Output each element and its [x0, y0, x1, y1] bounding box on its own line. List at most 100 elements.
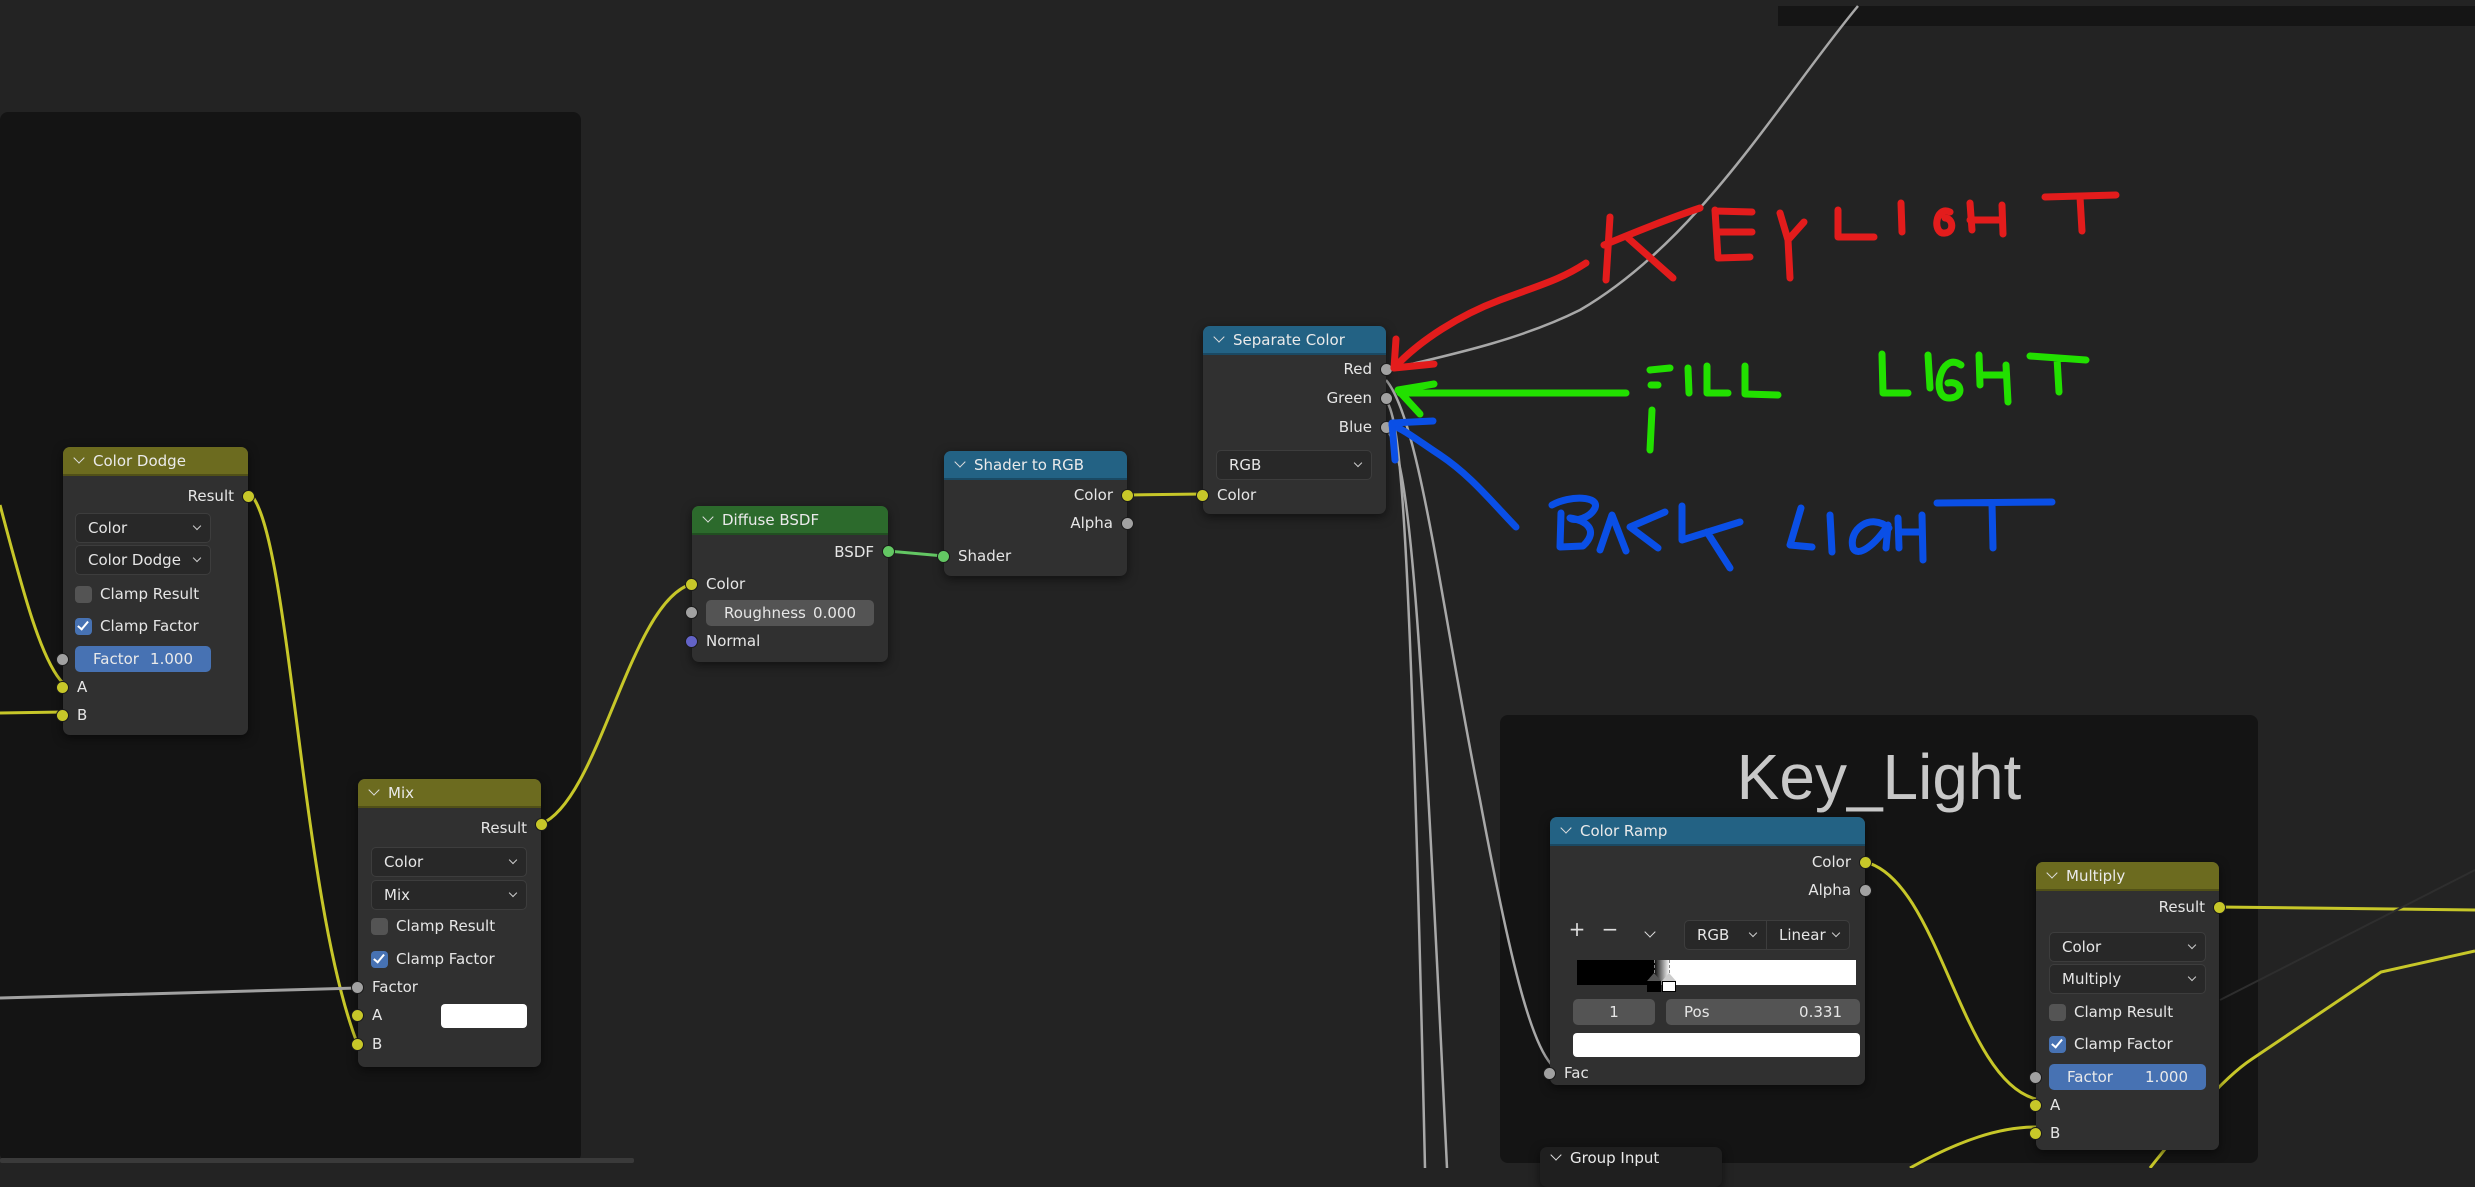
clamp-factor-checkbox[interactable]: Clamp Factor: [371, 950, 495, 968]
horizontal-scrollbar[interactable]: [0, 1158, 634, 1163]
input-socket-normal[interactable]: [685, 635, 698, 648]
input-socket-factor[interactable]: [2029, 1071, 2042, 1084]
shader-to-rgb-node[interactable]: Shader to RGB Color Alpha Shader: [937, 451, 1134, 576]
node-header[interactable]: Diffuse BSDF: [692, 506, 888, 535]
mix-node[interactable]: Mix Result Color Mix Clamp Result Clamp …: [351, 779, 548, 1067]
collapse-chevron-icon[interactable]: [2046, 867, 2058, 879]
data-type-dropdown[interactable]: Color: [75, 513, 211, 543]
collapse-chevron-icon[interactable]: [954, 456, 966, 468]
interpolation-dropdown[interactable]: Linear: [1766, 920, 1850, 950]
link-right-faint: [2219, 869, 2475, 1001]
output-socket-alpha[interactable]: [1121, 517, 1134, 530]
remove-stop-button[interactable]: −: [1600, 917, 1620, 941]
data-type-dropdown[interactable]: Color: [371, 847, 527, 877]
clamp-factor-checkbox[interactable]: Clamp Factor: [2049, 1035, 2173, 1053]
input-socket-b[interactable]: [2029, 1127, 2042, 1140]
ramp-menu-button[interactable]: [1640, 917, 1660, 941]
blend-mode-dropdown[interactable]: Color Dodge: [75, 545, 211, 575]
input-socket-factor[interactable]: [351, 981, 364, 994]
multiply-node[interactable]: Multiply Result Color Multiply Clamp Res…: [2029, 862, 2226, 1150]
node-header[interactable]: Mix: [358, 779, 541, 808]
socket-label: A: [2050, 1096, 2061, 1114]
ramp-stop-marker[interactable]: [1646, 973, 1661, 981]
color-ramp-node[interactable]: Color Ramp Color Alpha + − RGB Linear 1 …: [1543, 817, 1872, 1085]
output-socket-result[interactable]: [242, 490, 255, 503]
ramp-stop-handle[interactable]: [1662, 981, 1677, 992]
output-socket-result[interactable]: [2213, 901, 2226, 914]
input-socket-b[interactable]: [351, 1038, 364, 1051]
collapse-chevron-icon[interactable]: [368, 784, 380, 796]
node-header[interactable]: Color Ramp: [1550, 817, 1865, 846]
collapse-chevron-icon[interactable]: [1213, 331, 1225, 343]
collapse-chevron-icon[interactable]: [702, 511, 714, 523]
factor-slider[interactable]: Factor 1.000: [2049, 1064, 2206, 1090]
group-input-node[interactable]: Group Input: [1540, 1147, 1722, 1187]
input-socket-color[interactable]: [1196, 489, 1209, 502]
input-shader: Shader: [944, 543, 1127, 569]
checkbox-unchecked[interactable]: [2049, 1003, 2066, 1021]
output-socket-bsdf[interactable]: [882, 545, 895, 558]
mode-dropdown[interactable]: RGB: [1216, 450, 1372, 480]
output-socket-blue[interactable]: [1380, 421, 1393, 434]
roughness-field[interactable]: Roughness 0.000: [706, 600, 874, 626]
output-red: Red: [1203, 356, 1386, 382]
clamp-result-checkbox[interactable]: Clamp Result: [75, 585, 199, 603]
input-socket-roughness[interactable]: [685, 606, 698, 619]
color-mode-dropdown[interactable]: RGB: [1684, 920, 1767, 950]
color-dodge-node[interactable]: Color Dodge Result Color Color Dodge Cla…: [56, 447, 255, 735]
a-color-swatch[interactable]: [441, 1004, 527, 1028]
factor-slider[interactable]: Factor 1.000: [75, 646, 211, 672]
socket-label: Result: [480, 819, 527, 837]
node-header[interactable]: Shader to RGB: [944, 451, 1127, 480]
collapse-chevron-icon[interactable]: [1550, 1149, 1562, 1161]
output-socket-color[interactable]: [1859, 856, 1872, 869]
output-result: Result: [358, 815, 541, 841]
chevron-down-icon: [2187, 940, 2197, 950]
clamp-result-checkbox[interactable]: Clamp Result: [371, 917, 495, 935]
node-title: Group Input: [1570, 1148, 1660, 1167]
collapse-chevron-icon[interactable]: [1560, 822, 1572, 834]
node-header[interactable]: Multiply: [2036, 862, 2219, 891]
checkbox-unchecked[interactable]: [371, 917, 388, 935]
input-socket-a[interactable]: [56, 681, 69, 694]
diffuse-bsdf-node[interactable]: Diffuse BSDF BSDF Color Roughness 0.000 N…: [685, 506, 895, 662]
input-socket-fac[interactable]: [1543, 1067, 1556, 1080]
input-socket-shader[interactable]: [937, 550, 950, 563]
data-type-dropdown[interactable]: Color: [2049, 932, 2206, 962]
input-socket-factor[interactable]: [56, 653, 69, 666]
active-stop-index-field[interactable]: 1: [1573, 999, 1655, 1025]
node-header[interactable]: Group Input: [1540, 1147, 1722, 1168]
node-header[interactable]: Separate Color: [1203, 326, 1386, 355]
clamp-result-checkbox[interactable]: Clamp Result: [2049, 1003, 2173, 1021]
stop-color-swatch[interactable]: [1573, 1033, 1860, 1057]
annotation-back-light: [1388, 417, 2056, 572]
add-stop-button[interactable]: +: [1567, 917, 1587, 941]
checkbox-unchecked[interactable]: [75, 585, 92, 603]
output-result: Result: [63, 483, 248, 509]
input-socket-a[interactable]: [2029, 1099, 2042, 1112]
node-header[interactable]: Color Dodge: [63, 447, 248, 476]
input-socket-a[interactable]: [351, 1009, 364, 1022]
stop-position-field[interactable]: Pos 0.331: [1666, 999, 1860, 1025]
color-ramp-gradient[interactable]: [1577, 960, 1856, 985]
ramp-stop-marker[interactable]: [1662, 973, 1677, 981]
node-title: Multiply: [2066, 866, 2126, 885]
input-socket-color[interactable]: [685, 578, 698, 591]
checkbox-checked[interactable]: [2049, 1035, 2066, 1053]
checkbox-checked[interactable]: [75, 617, 92, 635]
output-socket-alpha[interactable]: [1859, 884, 1872, 897]
collapse-chevron-icon[interactable]: [73, 452, 85, 464]
blend-mode-dropdown[interactable]: Mix: [371, 880, 527, 910]
dropdown-value: Linear: [1779, 926, 1826, 944]
output-socket-result[interactable]: [535, 818, 548, 831]
output-socket-green[interactable]: [1380, 392, 1393, 405]
clamp-factor-checkbox[interactable]: Clamp Factor: [75, 617, 199, 635]
checkbox-checked[interactable]: [371, 950, 388, 968]
output-socket-color[interactable]: [1121, 489, 1134, 502]
output-socket-red[interactable]: [1380, 363, 1393, 376]
blend-mode-dropdown[interactable]: Multiply: [2049, 964, 2206, 994]
fill-light-arrow-head: [1394, 380, 1438, 418]
ramp-stop-handle[interactable]: [1646, 981, 1661, 992]
separate-color-node[interactable]: Separate Color Red Green Blue RGB Color: [1196, 326, 1393, 514]
input-socket-b[interactable]: [56, 709, 69, 722]
